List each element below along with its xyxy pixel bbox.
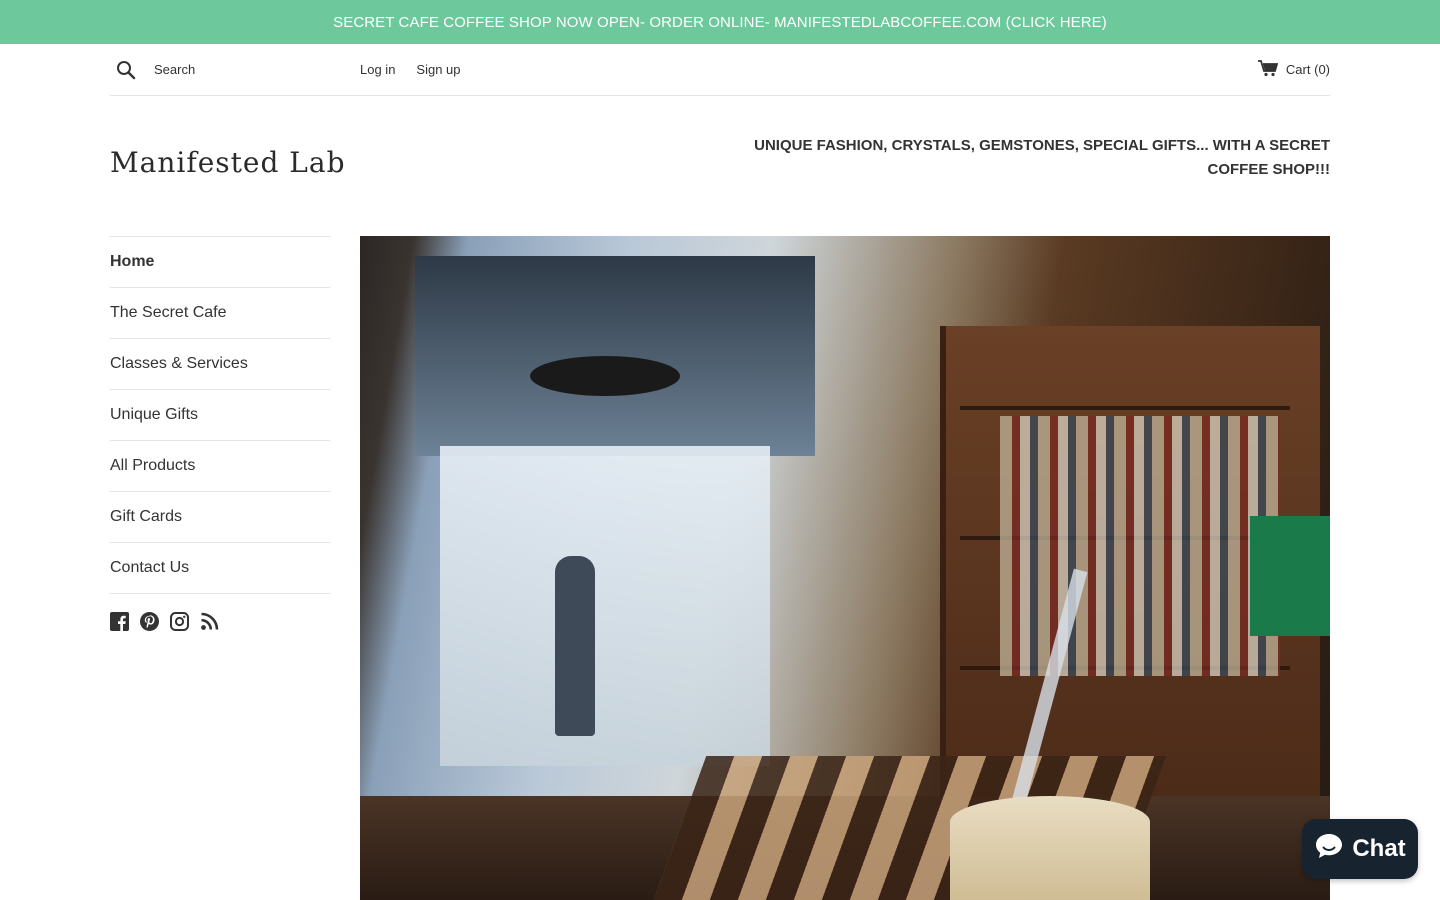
- social-links: [110, 612, 330, 631]
- chat-bubble-icon: [1314, 832, 1344, 867]
- instagram-icon[interactable]: [170, 612, 189, 631]
- hero-image: [360, 236, 1330, 900]
- sidebar-item-unique-gifts[interactable]: Unique Gifts: [110, 390, 330, 441]
- search-icon[interactable]: [110, 54, 142, 86]
- cart-icon: [1257, 59, 1279, 80]
- sidebar-nav: Home The Secret Cafe Classes & Services …: [110, 236, 330, 631]
- chat-label: Chat: [1352, 835, 1406, 862]
- hero-sign: [1250, 516, 1330, 636]
- sidebar-item-gift-cards[interactable]: Gift Cards: [110, 492, 330, 543]
- chat-button[interactable]: Chat: [1302, 819, 1418, 879]
- login-link[interactable]: Log in: [360, 62, 395, 77]
- hero-shelf: [960, 406, 1290, 410]
- announcement-bar[interactable]: SECRET CAFE COFFEE SHOP NOW OPEN- ORDER …: [0, 0, 1440, 44]
- sidebar-item-classes-services[interactable]: Classes & Services: [110, 339, 330, 390]
- sidebar-item-contact-us[interactable]: Contact Us: [110, 543, 330, 594]
- cart-link[interactable]: Cart (0): [1257, 59, 1330, 80]
- hero-lamp: [530, 356, 680, 396]
- signup-link[interactable]: Sign up: [416, 62, 460, 77]
- hero-books: [1000, 416, 1280, 676]
- sidebar-item-secret-cafe[interactable]: The Secret Cafe: [110, 288, 330, 339]
- hero-figure: [555, 556, 595, 736]
- cart-count: (0): [1314, 62, 1330, 77]
- announcement-text: SECRET CAFE COFFEE SHOP NOW OPEN- ORDER …: [333, 13, 1107, 31]
- search-form: [110, 54, 360, 86]
- sidebar-item-home[interactable]: Home: [110, 237, 330, 288]
- hero-window: [440, 446, 770, 766]
- hero-cup: [950, 796, 1150, 900]
- pinterest-icon[interactable]: [140, 612, 159, 631]
- facebook-icon[interactable]: [110, 612, 129, 631]
- rss-icon[interactable]: [200, 612, 219, 631]
- cart-label: Cart (0): [1285, 62, 1330, 77]
- site-tagline: UNIQUE FASHION, CRYSTALS, GEMSTONES, SPE…: [754, 137, 1330, 178]
- account-links: Log in Sign up: [360, 62, 461, 77]
- top-bar: Log in Sign up Cart (0): [110, 44, 1330, 96]
- search-input[interactable]: [154, 58, 344, 81]
- site-logo[interactable]: Manifested Lab: [110, 146, 346, 179]
- sidebar-item-all-products[interactable]: All Products: [110, 441, 330, 492]
